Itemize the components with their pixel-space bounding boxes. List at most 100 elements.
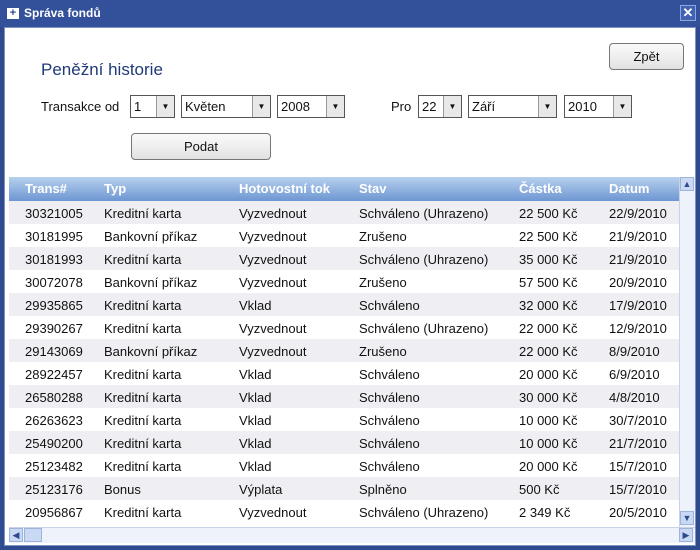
table-cell: Kreditní karta [104, 459, 182, 474]
chevron-down-icon: ▼ [538, 96, 556, 117]
table-cell: 30181995 [25, 229, 83, 244]
table-cell: 20 000 Kč [519, 367, 578, 382]
table-cell: 12/9/2010 [609, 321, 667, 336]
table-header: Trans# Typ Hotovostní tok Stav Částka Datum [9, 177, 679, 201]
table-cell: Vyzvednout [239, 344, 307, 359]
to-day-select[interactable]: 22 ▼ [418, 95, 462, 118]
table-cell: 6/9/2010 [609, 367, 660, 382]
column-header[interactable]: Stav [359, 181, 386, 196]
to-month-value: Září [472, 99, 496, 114]
table-cell: 21/9/2010 [609, 252, 667, 267]
table-cell: Vklad [239, 298, 272, 313]
from-year-value: 2008 [281, 99, 310, 114]
chevron-down-icon: ▼ [252, 96, 270, 117]
table-row[interactable]: 25123482 Kreditní karta Vklad Schváleno 20 0… [9, 454, 679, 477]
table-cell: 30 000 Kč [519, 390, 578, 405]
table-row[interactable]: 25123176 Bonus Výplata Splněno 500 Kč 15/7/20… [9, 477, 679, 500]
table-cell: 10 000 Kč [519, 436, 578, 451]
table-cell: 10 000 Kč [519, 413, 578, 428]
table-cell: Výplata [239, 482, 283, 497]
table-cell: Zrušeno [359, 229, 407, 244]
table-cell: Schváleno (Uhrazeno) [359, 321, 489, 336]
table-row[interactable]: 25490200 Kreditní karta Vklad Schváleno 10 0… [9, 431, 679, 454]
app-icon: + [7, 8, 19, 19]
table-row[interactable]: 30321005 Kreditní karta Vyzvednout Schválen… [9, 201, 679, 224]
column-header[interactable]: Trans# [25, 181, 67, 196]
table-cell: Bankovní příkaz [104, 275, 198, 290]
table-cell: Vyzvednout [239, 321, 307, 336]
table-row[interactable]: 26580288 Kreditní karta Vklad Schváleno 30 0… [9, 385, 679, 408]
chevron-down-icon: ▼ [443, 96, 461, 117]
table-cell: Kreditní karta [104, 436, 182, 451]
table-cell: 22 500 Kč [519, 206, 578, 221]
table-cell: Bankovní příkaz [104, 229, 198, 244]
from-month-value: Květen [185, 99, 226, 114]
table-cell: Kreditní karta [104, 206, 182, 221]
submit-button[interactable]: Podat [131, 133, 271, 160]
table-cell: 20/9/2010 [609, 275, 667, 290]
table-row[interactable]: 20956867 Kreditní karta Vyzvednout Schválen… [9, 500, 679, 523]
scroll-right-icon[interactable]: ▶ [679, 528, 693, 542]
scroll-left-icon[interactable]: ◀ [9, 528, 23, 542]
table-cell: 30072078 [25, 275, 83, 290]
table-cell: 21/7/2010 [609, 436, 667, 451]
page-title: Peněžní historie [41, 60, 163, 79]
table-cell: 26580288 [25, 390, 83, 405]
table-cell: 29935865 [25, 298, 83, 313]
scroll-up-icon[interactable]: ▲ [680, 177, 694, 191]
from-month-select[interactable]: Květen ▼ [181, 95, 271, 118]
table-cell: Kreditní karta [104, 367, 182, 382]
table-cell: Vyzvednout [239, 206, 307, 221]
vertical-scrollbar[interactable]: ▲ ▼ [679, 177, 695, 527]
table-row[interactable]: 29390267 Kreditní karta Vyzvednout Schválen… [9, 316, 679, 339]
table-row[interactable]: 29143069 Bankovní příkaz Vyzvednout Zrušeno… [9, 339, 679, 362]
column-header[interactable]: Částka [519, 181, 562, 196]
window-title: Správa fondů [24, 6, 101, 20]
table-cell: Vyzvednout [239, 505, 307, 520]
table-cell: 22 000 Kč [519, 321, 578, 336]
from-label: Transakce od [41, 99, 120, 114]
back-button[interactable]: Zpět [609, 43, 684, 70]
table-cell: 35 000 Kč [519, 252, 578, 267]
from-year-select[interactable]: 2008 ▼ [277, 95, 345, 118]
column-header[interactable]: Hotovostní tok [239, 181, 330, 196]
table-cell: 17/9/2010 [609, 298, 667, 313]
table-cell: 30/7/2010 [609, 413, 667, 428]
table-cell: 32 000 Kč [519, 298, 578, 313]
close-button[interactable]: ✕ [680, 5, 696, 21]
table-cell: 2 349 Kč [519, 505, 571, 520]
table-cell: 28922457 [25, 367, 83, 382]
table-cell: Kreditní karta [104, 298, 182, 313]
table-cell: 22 500 Kč [519, 229, 578, 244]
chevron-down-icon: ▼ [613, 96, 631, 117]
column-header[interactable]: Typ [104, 181, 126, 196]
table-cell: Schváleno [359, 459, 420, 474]
to-month-select[interactable]: Září ▼ [468, 95, 557, 118]
scroll-thumb[interactable] [24, 528, 42, 542]
from-day-value: 1 [134, 99, 142, 114]
table-row[interactable]: 28922457 Kreditní karta Vklad Schváleno 20 0… [9, 362, 679, 385]
table-cell: 30321005 [25, 206, 83, 221]
table-cell: Vklad [239, 390, 272, 405]
table-row[interactable]: 30181995 Bankovní příkaz Vyzvednout Zrušeno… [9, 224, 679, 247]
chevron-down-icon: ▼ [156, 96, 174, 117]
table-row[interactable]: 26263623 Kreditní karta Vklad Schváleno 10 0… [9, 408, 679, 431]
horizontal-scrollbar[interactable]: ◀ ▶ [9, 527, 695, 543]
table-cell: 20/5/2010 [609, 505, 667, 520]
scroll-down-icon[interactable]: ▼ [680, 511, 694, 525]
table-cell: 8/9/2010 [609, 344, 660, 359]
table-cell: Vklad [239, 413, 272, 428]
table-row[interactable]: 29935865 Kreditní karta Vklad Schváleno 32 0… [9, 293, 679, 316]
table-cell: Schváleno (Uhrazeno) [359, 505, 489, 520]
table-cell: Splněno [359, 482, 407, 497]
table-row[interactable]: 30181993 Kreditní karta Vyzvednout Schválen… [9, 247, 679, 270]
to-year-value: 2010 [568, 99, 597, 114]
table-row[interactable]: 30072078 Bankovní příkaz Vyzvednout Zrušeno… [9, 270, 679, 293]
table-cell: 26263623 [25, 413, 83, 428]
to-year-select[interactable]: 2010 ▼ [564, 95, 632, 118]
table-cell: Kreditní karta [104, 321, 182, 336]
from-day-select[interactable]: 1 ▼ [130, 95, 175, 118]
table-cell: Vyzvednout [239, 252, 307, 267]
column-header[interactable]: Datum [609, 181, 649, 196]
chevron-down-icon: ▼ [326, 96, 344, 117]
